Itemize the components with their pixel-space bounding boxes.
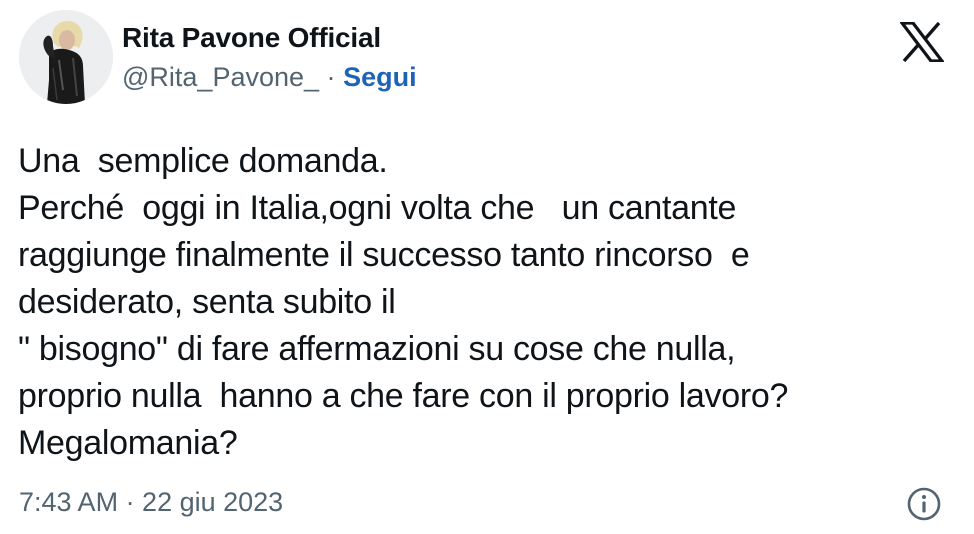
avatar[interactable] [19, 10, 113, 104]
author-block: Rita Pavone Official @Rita_Pavone_ · Seg… [122, 20, 417, 94]
x-logo-icon[interactable] [898, 21, 946, 63]
tweet-card: Rita Pavone Official @Rita_Pavone_ · Seg… [0, 0, 974, 534]
handle[interactable]: @Rita_Pavone_ [122, 62, 319, 92]
separator-dot: · [326, 62, 336, 92]
display-name[interactable]: Rita Pavone Official [122, 20, 417, 56]
profile-photo [19, 10, 113, 104]
follow-button[interactable]: Segui [343, 62, 417, 92]
info-icon[interactable] [906, 486, 942, 522]
tweet-text: Una semplice domanda. Perché oggi in Ita… [18, 142, 789, 462]
handle-row: @Rita_Pavone_ · Segui [122, 60, 417, 94]
timestamp[interactable]: 7:43 AM · 22 giu 2023 [19, 484, 283, 520]
